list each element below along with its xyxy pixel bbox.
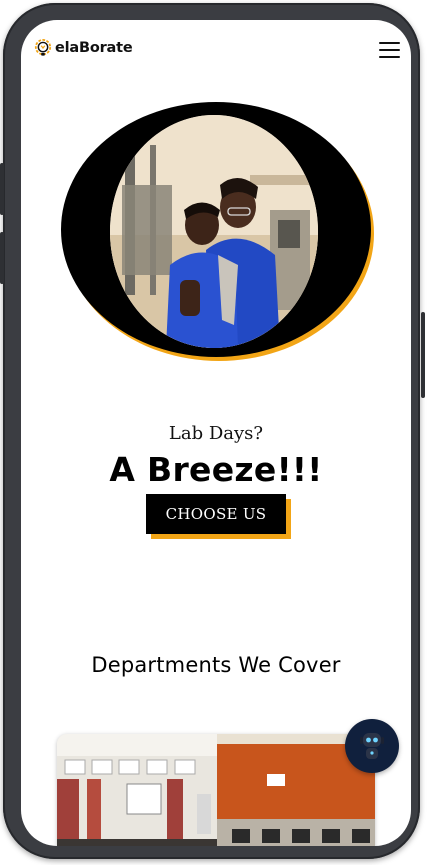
hero-headline: A Breeze!!! [109, 450, 323, 489]
hero-kicker: Lab Days? [168, 423, 264, 444]
lab-classroom-photo [57, 734, 375, 846]
logo-text: elaBorate [55, 40, 133, 56]
phone-frame: elaBorate Lab Days? A Breeze!!! CHOOSE U… [3, 3, 420, 859]
choose-us-button[interactable]: CHOOSE US [146, 494, 286, 534]
students-hugging-photo [110, 115, 318, 348]
hero-photo [110, 115, 318, 348]
power-button [421, 312, 425, 398]
department-card[interactable] [57, 734, 375, 846]
departments-heading: Departments We Cover [91, 653, 341, 677]
brand-logo[interactable]: elaBorate [34, 39, 133, 57]
hamburger-menu-icon[interactable] [379, 42, 400, 58]
lightbulb-gear-icon [34, 39, 52, 56]
volume-button-lower [0, 232, 4, 284]
volume-button [0, 163, 4, 215]
cta-wrapper: CHOOSE US [146, 494, 291, 539]
chatbot-button[interactable] [345, 719, 399, 773]
chatbot-robot-icon [360, 733, 384, 759]
phone-screen: elaBorate Lab Days? A Breeze!!! CHOOSE U… [21, 20, 411, 846]
